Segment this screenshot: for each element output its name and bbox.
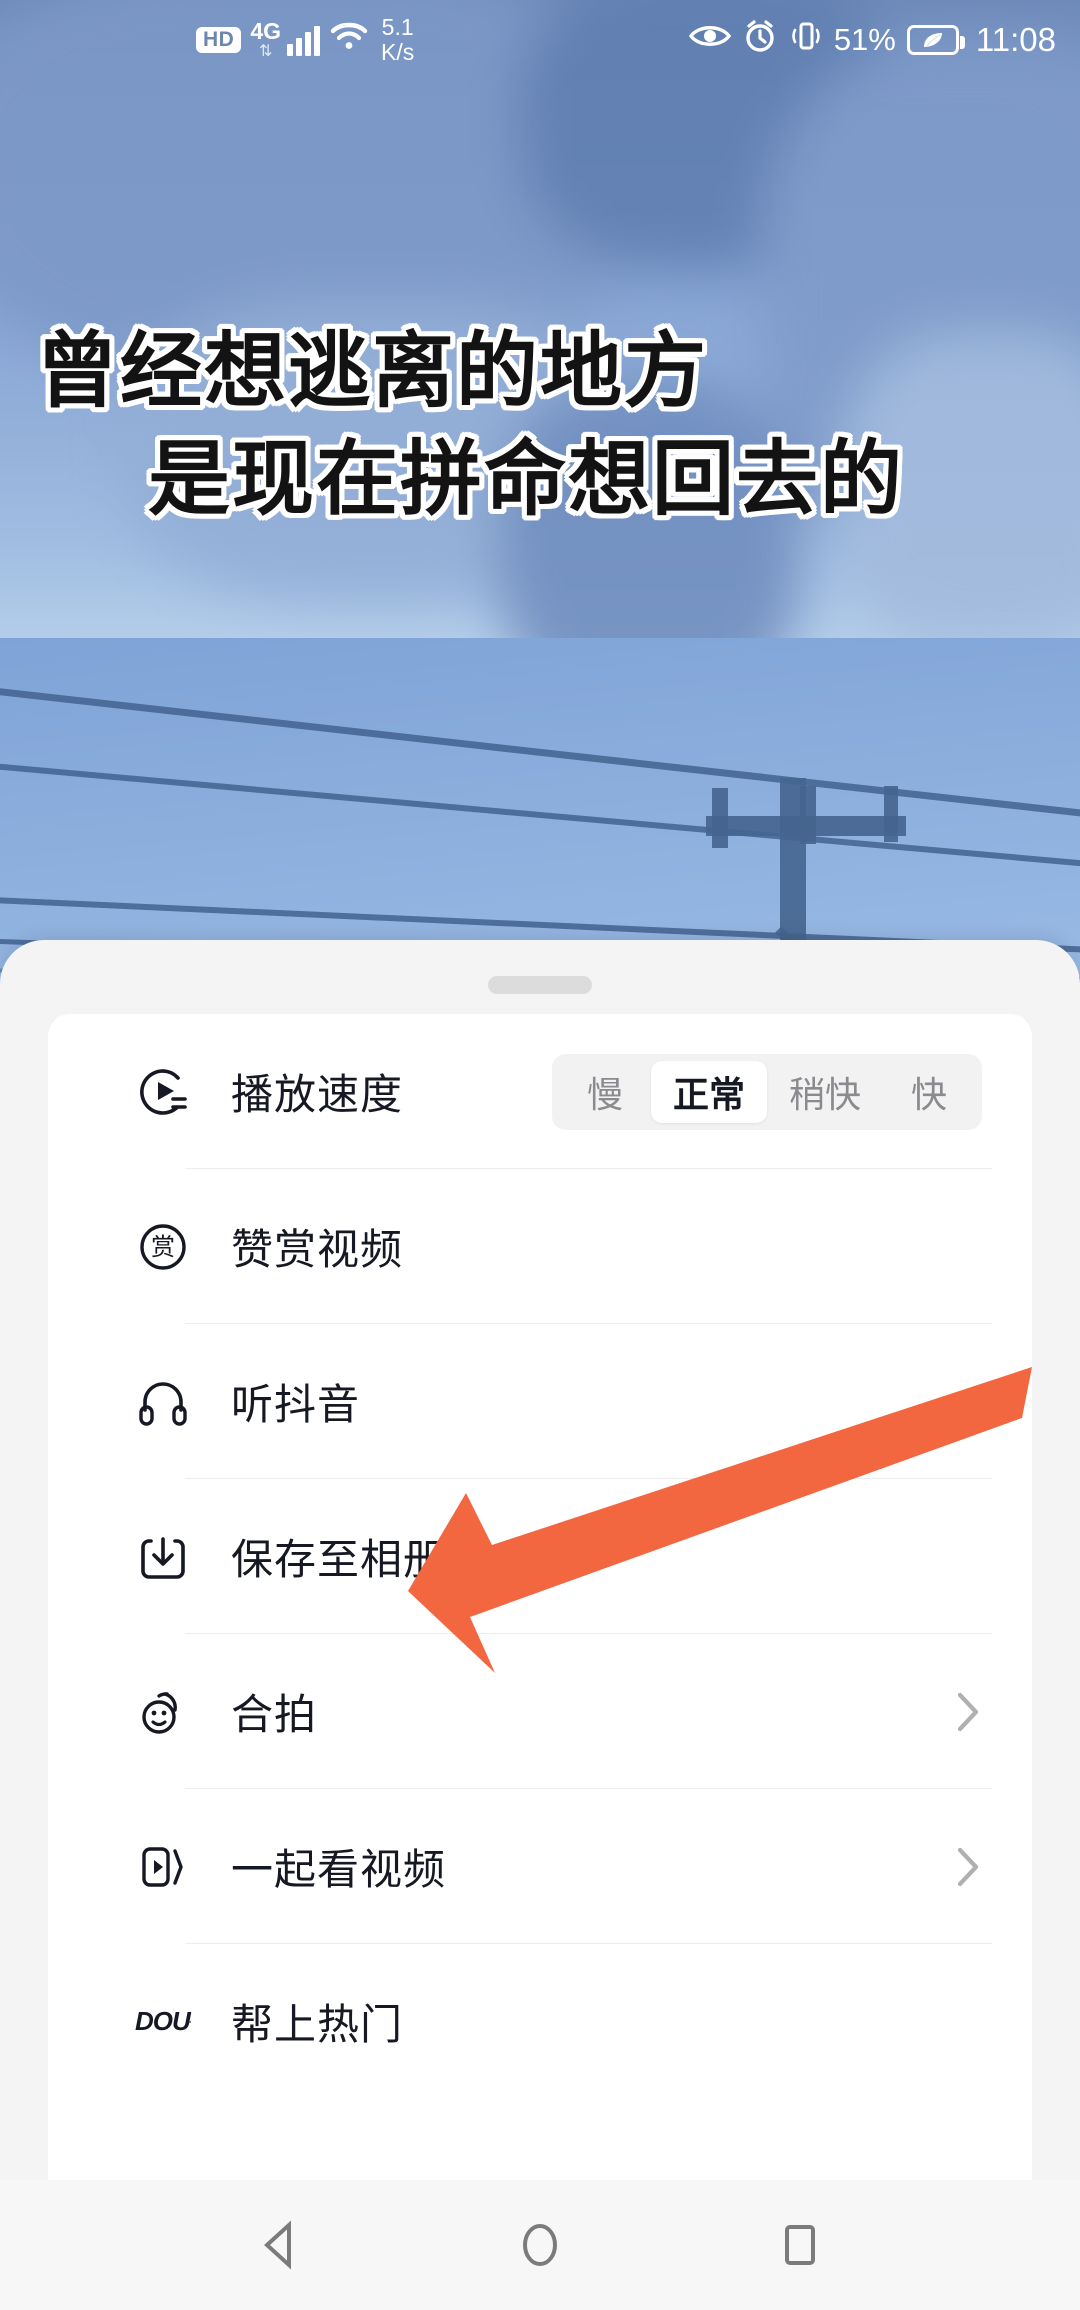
home-circle-icon[interactable] xyxy=(505,2210,575,2280)
android-navigation-bar xyxy=(0,2180,1080,2310)
status-bar-left: HD 4G ⇅ 5.1 K/s xyxy=(196,15,414,65)
menu-row-promote-dou-plus[interactable]: DOU 帮上热门 xyxy=(48,1944,1032,2099)
status-bar-clock: 11:08 xyxy=(975,21,1056,58)
menu-row-listen-douyin[interactable]: 听抖音 xyxy=(48,1324,1032,1479)
eye-comfort-icon xyxy=(688,21,731,59)
network-speed-indicator: 5.1 K/s xyxy=(381,15,414,65)
network-speed-unit: K/s xyxy=(381,39,415,65)
video-subtitles: 曾经想逃离的地方 是现在拼命想回去的 xyxy=(0,318,1080,534)
menu-label-reward-video: 赞赏视频 xyxy=(231,1226,404,1273)
network-type-indicator: 4G ⇅ xyxy=(250,20,281,60)
data-transfer-arrows-icon: ⇅ xyxy=(258,43,273,60)
dou-plus-wordmark: DOU xyxy=(135,2006,191,2036)
menu-row-watch-together[interactable]: 一起看视频 xyxy=(48,1789,1032,1944)
chevron-right-icon xyxy=(954,1844,982,1890)
alarm-clock-icon xyxy=(742,18,778,62)
dou-plus-icon: DOU xyxy=(135,1994,191,2050)
playback-speed-segmented-control[interactable]: 慢 正常 稍快 快 xyxy=(551,1053,982,1130)
options-bottom-sheet: 播放速度 慢 正常 稍快 快 赏 赞赏视频 听抖音 保存至相册 合拍 一起看视频… xyxy=(0,940,1080,2180)
subtitle-line-2: 是现在拼命想回去的 xyxy=(148,434,905,525)
menu-row-duet[interactable]: 合拍 xyxy=(48,1634,1032,1789)
status-bar-right: 51% 11:08 xyxy=(688,18,1056,62)
battery-percent-label: 51% xyxy=(833,22,896,57)
reward-circle-icon: 赏 xyxy=(135,1219,191,1275)
drag-handle[interactable] xyxy=(488,976,592,994)
menu-label-promote-dou-plus: 帮上热门 xyxy=(231,2001,404,2048)
wifi-icon xyxy=(329,20,369,60)
status-bar: HD 4G ⇅ 5.1 K/s 51% 11:08 xyxy=(0,0,1080,80)
menu-row-reward-video[interactable]: 赏 赞赏视频 xyxy=(48,1169,1032,1324)
speed-option-slow[interactable]: 慢 xyxy=(559,1061,651,1123)
network-type-label: 4G xyxy=(250,18,282,44)
menu-row-playback-speed[interactable]: 播放速度 慢 正常 稍快 快 xyxy=(48,1014,1032,1169)
vibrate-mode-icon xyxy=(789,19,823,61)
speed-option-normal[interactable]: 正常 xyxy=(650,1060,767,1123)
chevron-right-icon xyxy=(954,1689,982,1735)
download-to-album-icon xyxy=(135,1529,191,1585)
menu-label-listen-douyin: 听抖音 xyxy=(231,1381,361,1428)
speed-option-faster[interactable]: 稍快 xyxy=(767,1061,883,1123)
playback-speed-icon xyxy=(135,1064,191,1120)
recents-square-icon[interactable] xyxy=(765,2210,835,2280)
duet-face-icon xyxy=(135,1684,191,1740)
menu-label-save-to-album: 保存至相册 xyxy=(231,1536,447,1583)
menu-label-duet: 合拍 xyxy=(231,1691,318,1738)
speed-option-fast[interactable]: 快 xyxy=(883,1061,975,1123)
signal-bars-icon xyxy=(287,24,321,56)
hd-badge-icon: HD xyxy=(196,26,242,54)
menu-label-watch-together: 一起看视频 xyxy=(231,1846,447,1893)
subtitle-line-1: 曾经想逃离的地方 xyxy=(36,326,709,417)
menu-label-playback-speed: 播放速度 xyxy=(231,1071,404,1118)
back-triangle-icon[interactable] xyxy=(245,2210,315,2280)
svg-text:赏: 赏 xyxy=(151,1234,175,1261)
sheet-content-card: 播放速度 慢 正常 稍快 快 赏 赞赏视频 听抖音 保存至相册 合拍 一起看视频… xyxy=(48,1014,1032,2180)
headphones-icon xyxy=(135,1374,191,1430)
watch-together-icon xyxy=(135,1839,191,1895)
menu-row-save-to-album[interactable]: 保存至相册 xyxy=(48,1479,1032,1634)
battery-saver-icon xyxy=(906,25,965,55)
network-speed-value: 5.1 xyxy=(381,14,414,40)
options-menu-list: 播放速度 慢 正常 稍快 快 赏 赞赏视频 听抖音 保存至相册 合拍 一起看视频… xyxy=(48,1014,1032,2099)
